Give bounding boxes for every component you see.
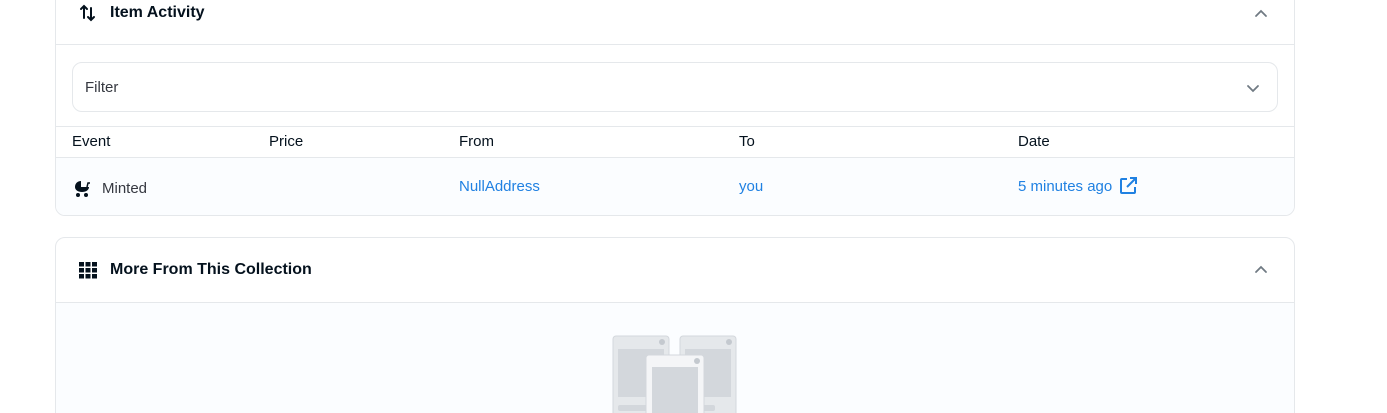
open-in-new-icon[interactable] bbox=[1118, 176, 1138, 196]
chevron-up-icon[interactable] bbox=[1253, 262, 1269, 278]
grid-icon bbox=[79, 262, 97, 279]
to-address-link[interactable]: you bbox=[739, 178, 763, 195]
column-header-price: Price bbox=[269, 133, 304, 150]
table-row: Minted NullAddress you 5 minutes ago bbox=[56, 158, 1294, 215]
swap-vertical-icon bbox=[80, 4, 95, 22]
event-cell: Minted bbox=[72, 178, 147, 198]
date-label[interactable]: 5 minutes ago bbox=[1018, 178, 1112, 195]
filter-label: Filter bbox=[85, 78, 119, 96]
item-activity-panel: Item Activity Filter Event Price From To… bbox=[55, 0, 1295, 216]
column-header-event: Event bbox=[72, 133, 111, 150]
item-activity-title: Item Activity bbox=[110, 4, 205, 21]
activity-table-header: Event Price From To Date bbox=[56, 126, 1294, 158]
empty-items-illustration bbox=[612, 335, 737, 413]
column-header-to: To bbox=[739, 133, 755, 150]
filter-dropdown[interactable]: Filter bbox=[72, 62, 1278, 112]
more-from-collection-title: More From This Collection bbox=[110, 261, 312, 278]
stroller-icon bbox=[75, 181, 90, 197]
from-address-link[interactable]: NullAddress bbox=[459, 178, 540, 195]
item-activity-header[interactable]: Item Activity bbox=[56, 0, 1294, 45]
more-from-collection-header[interactable]: More From This Collection bbox=[56, 238, 1294, 303]
column-header-from: From bbox=[459, 133, 494, 150]
chevron-down-icon bbox=[1247, 85, 1259, 93]
chevron-up-icon[interactable] bbox=[1253, 6, 1269, 22]
event-label: Minted bbox=[102, 179, 148, 197]
collection-body bbox=[56, 303, 1294, 413]
column-header-date: Date bbox=[1018, 133, 1050, 150]
date-link[interactable]: 5 minutes ago bbox=[1018, 176, 1138, 196]
more-from-collection-panel: More From This Collection bbox=[55, 237, 1295, 413]
